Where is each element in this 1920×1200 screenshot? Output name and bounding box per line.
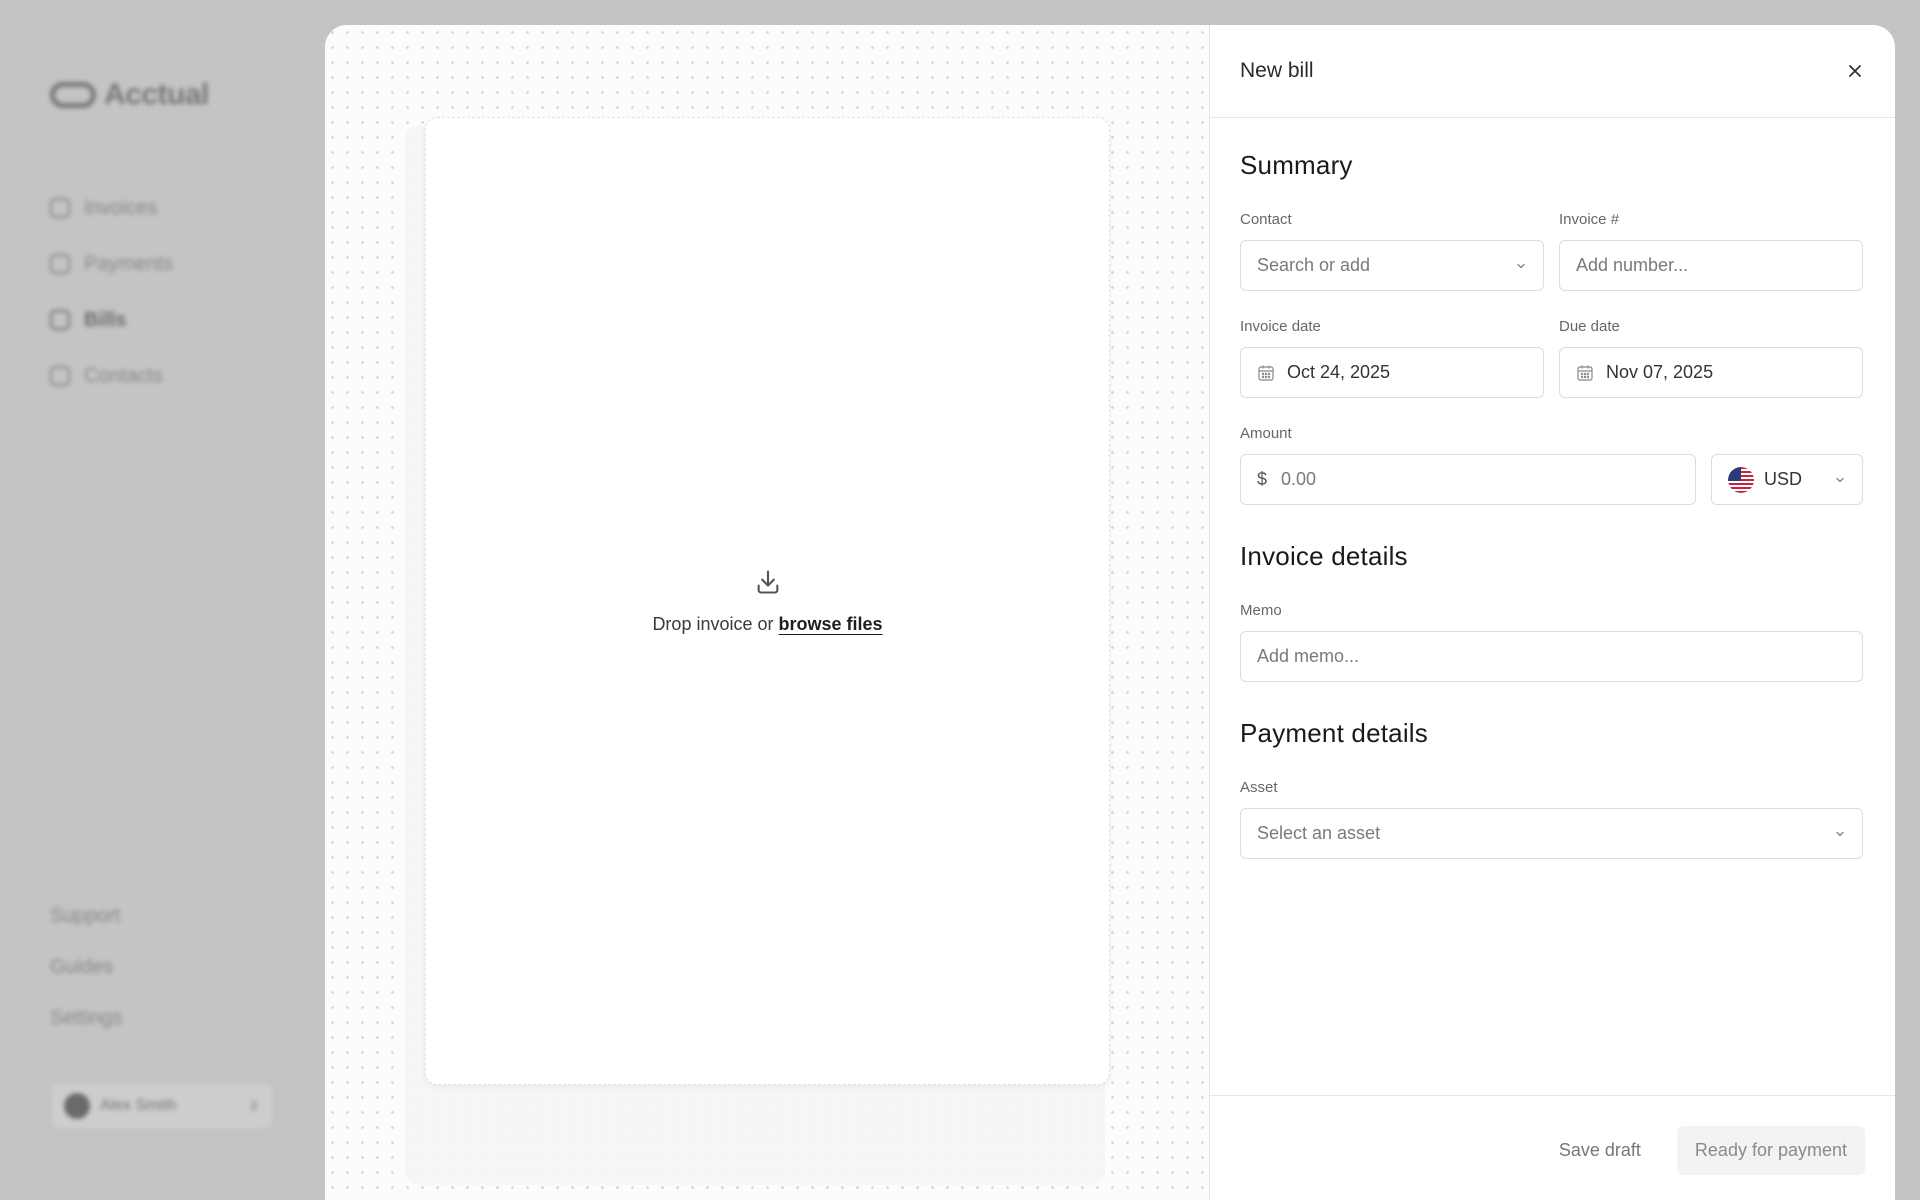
currency-field: USD [1711,425,1863,505]
user-name: Alex Smith [100,1097,177,1114]
dropzone-text: Drop invoice or browse files [652,614,882,635]
sidebar-item-bills: Bills [50,292,173,348]
sidebar-item-invoices: Invoices [50,180,173,236]
memo-placeholder: Add memo... [1257,646,1360,666]
sidebar-item-label: Contacts [84,364,163,387]
chevron-down-icon [1836,831,1844,836]
currency-symbol: $ [1257,469,1268,489]
amount-label: Amount [1240,425,1292,442]
amount-row: Amount $ 0.00 USD [1240,425,1865,505]
currency-select[interactable]: USD [1711,454,1863,505]
section-title-invoice-details: Invoice details [1240,541,1408,571]
bill-form-pane: New bill Summary Contact Search or add I… [1210,25,1895,1200]
due-date-value: Nov 07, 2025 [1606,362,1714,382]
invoice-number-input[interactable]: Add number... [1559,240,1863,291]
due-date-field: Due date Nov 07, 2025 [1559,318,1863,398]
memo-field: Memo Add memo... [1240,602,1863,682]
contact-placeholder: Search or add [1257,255,1371,275]
sidebar-bottom-links: Support Guides Settings [50,905,122,1058]
invoice-date-value: Oct 24, 2025 [1287,362,1391,382]
chevron-down-icon [1517,263,1525,268]
asset-row: Asset Select an asset [1240,779,1865,859]
form-header: New bill [1210,25,1895,118]
dropzone-prompt: Drop invoice or [652,613,779,634]
contact-invoice-row: Contact Search or add Invoice # Add numb… [1240,211,1865,291]
sidebar-item-label: Bills [84,308,127,331]
sidebar-item-contacts: Contacts [50,348,173,404]
brand-mark-icon [50,82,96,108]
asset-select[interactable]: Select an asset [1240,808,1863,859]
sidebar-item-label: Invoices [84,196,158,219]
memo-input[interactable]: Add memo... [1240,631,1863,682]
invoice-preview-pane: Drop invoice or browse files [325,25,1210,1200]
invoice-date-field: Invoice date Oct 24, 2025 [1240,318,1544,398]
sidebar-link-guides: Guides [50,956,114,978]
brand-name: Acctual [104,78,209,111]
invoice-number-placeholder: Add number... [1576,255,1689,275]
due-date-label: Due date [1559,318,1620,335]
due-date-input[interactable]: Nov 07, 2025 [1559,347,1863,398]
brand-logo: Acctual [50,78,209,112]
close-icon [1849,65,1861,77]
amount-input[interactable]: $ 0.00 [1240,454,1696,505]
section-title-payment-details: Payment details [1240,718,1428,748]
sidebar-item-payments: Payments [50,236,173,292]
us-flag-icon [1728,466,1754,493]
contact-field: Contact Search or add [1240,211,1544,291]
contact-label: Contact [1240,211,1292,228]
contacts-icon [50,366,70,386]
invoice-dropzone[interactable]: Drop invoice or browse files [425,117,1110,1085]
browse-files-link[interactable]: browse files [779,614,883,634]
asset-label: Asset [1240,779,1278,796]
asset-placeholder: Select an asset [1257,823,1381,843]
invoice-date-input[interactable]: Oct 24, 2025 [1240,347,1544,398]
sidebar-link-support: Support [50,905,121,927]
memo-label: Memo [1240,602,1282,619]
background-app: Acctual Invoices Payments Bills Contacts… [0,0,330,1200]
avatar [64,1093,90,1119]
contact-select[interactable]: Search or add [1240,240,1544,291]
invoice-number-label: Invoice # [1559,211,1620,228]
close-button[interactable] [1841,57,1869,85]
amount-field: Amount $ 0.00 [1240,425,1696,505]
calendar-icon [1258,365,1274,381]
ready-for-payment-button[interactable]: Ready for payment [1676,1126,1865,1175]
memo-row: Memo Add memo... [1240,602,1865,682]
calendar-icon [1577,365,1593,381]
bill-icon [50,310,70,330]
form-footer: Save draft Ready for payment [1210,1095,1895,1200]
sidebar-item-label: Payments [84,252,173,275]
sidebar-link-settings: Settings [50,1007,123,1029]
invoice-number-field: Invoice # Add number... [1559,211,1863,291]
currency-value: USD [1764,469,1803,489]
save-draft-button[interactable]: Save draft [1541,1128,1659,1173]
new-bill-modal: Drop invoice or browse files New bill Su… [325,25,1895,1200]
chevron-updown-icon: ⇕ [248,1097,260,1114]
amount-placeholder: 0.00 [1281,469,1317,489]
user-switcher: Alex Smith ⇕ [52,1084,272,1128]
dates-row: Invoice date Oct 24, 2025 Due date Nov 0… [1240,318,1865,398]
chart-icon [50,254,70,274]
invoice-date-label: Invoice date [1240,318,1321,335]
chevron-down-icon [1836,477,1844,482]
invoice-icon [50,198,70,218]
download-icon [757,569,778,594]
form-body: Summary Contact Search or add Invoice # … [1210,118,1895,1095]
asset-field: Asset Select an asset [1240,779,1863,859]
modal-title: New bill [1240,59,1314,82]
section-title-summary: Summary [1240,150,1353,180]
sidebar-nav: Invoices Payments Bills Contacts [50,180,173,404]
